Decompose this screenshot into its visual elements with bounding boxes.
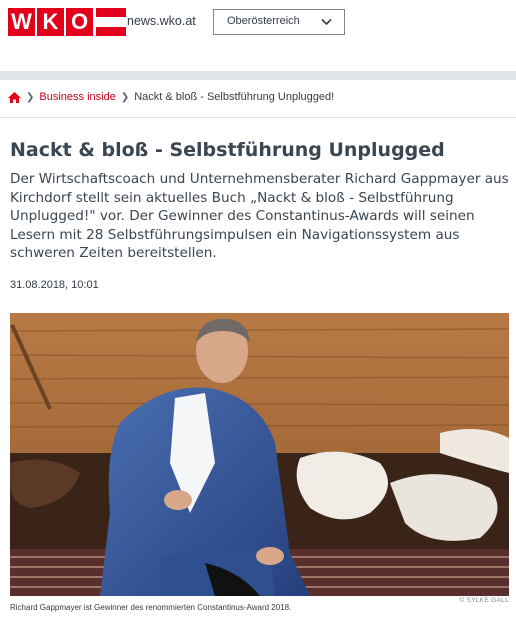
site-header: W K O news.wko.at Oberösterreich bbox=[0, 0, 516, 48]
wko-logo[interactable]: W K O bbox=[8, 8, 126, 36]
breadcrumb-business-inside[interactable]: Business inside bbox=[39, 91, 115, 103]
breadcrumb-current: Nackt & bloß - Selbstführung Unplugged! bbox=[134, 91, 335, 103]
breadcrumb-separator: ❯ bbox=[26, 91, 35, 103]
article-date: 31.08.2018, 10:01 bbox=[10, 279, 99, 291]
region-select-value: Oberösterreich bbox=[227, 15, 300, 27]
portrait-photo-image bbox=[10, 313, 509, 596]
breadcrumb-divider bbox=[0, 117, 516, 118]
logo-letter-o: O bbox=[66, 8, 93, 36]
chevron-down-icon bbox=[321, 18, 332, 26]
logo-letter-w: W bbox=[8, 8, 35, 36]
region-select[interactable]: Oberösterreich bbox=[213, 9, 345, 35]
breadcrumb-separator: ❯ bbox=[120, 91, 130, 103]
photo-credit: © SYLKE GALL bbox=[459, 597, 509, 604]
home-icon[interactable] bbox=[8, 91, 21, 103]
article-title: Nackt & bloß - Selbstführung Unplugged bbox=[10, 139, 445, 161]
breadcrumb: ❯ Business inside ❯ Nackt & bloß - Selbs… bbox=[8, 90, 334, 104]
article-lead: Der Wirtschaftscoach und Unternehmensber… bbox=[10, 171, 509, 261]
header-divider-band bbox=[0, 71, 516, 80]
article-photo[interactable] bbox=[10, 313, 509, 596]
site-name[interactable]: news.wko.at bbox=[127, 14, 196, 28]
austria-flag-icon bbox=[96, 8, 126, 36]
photo-caption: Richard Gappmayer ist Gewinner des renom… bbox=[10, 603, 292, 612]
logo-letter-k: K bbox=[37, 8, 64, 36]
